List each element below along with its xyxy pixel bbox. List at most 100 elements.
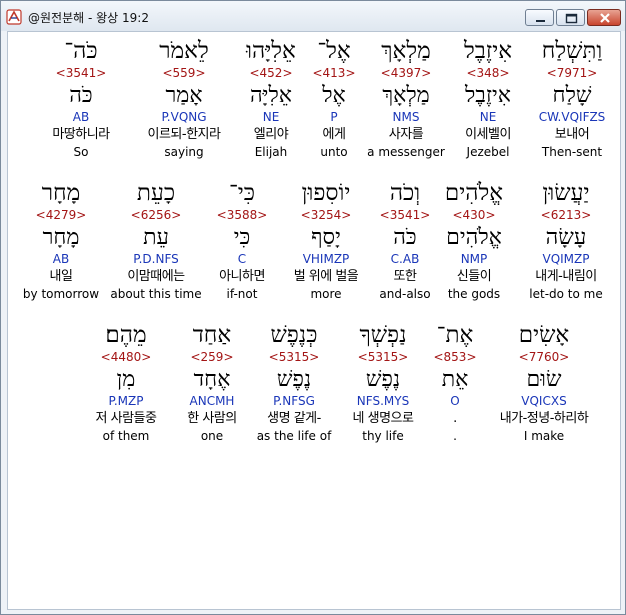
hebrew-lemma: אֵלִיָּה	[250, 83, 292, 108]
word-column[interactable]: כָעֵת <6256> עֵת P.D.NFS 이맘때에는 about thi…	[107, 178, 205, 302]
word-column[interactable]: אָשִׂים <7760> שׂוּם VQICXS 내가-정녕-하리하 I …	[486, 320, 602, 444]
hebrew-word: אֶת־	[436, 322, 474, 348]
strong-number[interactable]: <6256>	[107, 208, 205, 224]
english-gloss: more	[310, 287, 342, 301]
english-gloss: the gods	[447, 287, 501, 301]
hebrew-word: אָשִׂים	[518, 322, 570, 348]
english-gloss: let-do to me	[529, 287, 603, 301]
hebrew-lemma: עָשָׂה	[545, 225, 587, 250]
hebrew-lemma: נֶפֶשׁ	[276, 367, 312, 392]
hebrew-lemma: כֹּה	[393, 225, 417, 250]
parsing-code: AB	[72, 110, 90, 124]
english-gloss: So	[73, 145, 89, 159]
hebrew-lemma: נֶפֶשׁ	[365, 367, 401, 392]
window-title: @원전분해 - 왕상 19:2	[28, 11, 149, 25]
english-gloss: about this time	[110, 287, 202, 301]
word-column[interactable]: יַעֲשׂוּן <6213> עָשָׂה VQIMZP 내게-내림이 le…	[518, 178, 614, 302]
strong-number[interactable]: <4480>	[82, 350, 170, 366]
minimize-button[interactable]	[525, 9, 554, 26]
parsing-code: P.VQNG	[161, 110, 207, 124]
word-column[interactable]: אֵלִיָּהוּ <452> אֵלִיָּה NE 엘리야 Elijah	[228, 36, 314, 160]
word-column[interactable]: כֹּה־ <3541> כֹּה AB 마땅하니라 So	[39, 36, 123, 160]
word-column[interactable]: מָחָר <4279> מָחָר AB 내일 by tomorrow	[12, 178, 110, 302]
strong-number[interactable]: <430>	[436, 208, 512, 224]
korean-gloss: 내일	[49, 269, 73, 284]
parsing-code: C.AB	[390, 252, 420, 266]
korean-gloss: 아니하면	[219, 269, 265, 284]
hebrew-lemma: כִּי	[233, 225, 251, 250]
strong-number[interactable]: <3588>	[204, 208, 280, 224]
word-column[interactable]: אֶת־ <853> אֵת O . .	[426, 320, 484, 444]
strong-number[interactable]: <5315>	[334, 350, 432, 366]
strong-number[interactable]: <6213>	[518, 208, 614, 224]
parsing-code: C	[237, 252, 247, 266]
hebrew-lemma: שָׁלַח	[552, 83, 592, 108]
english-gloss: thy life	[362, 429, 404, 443]
korean-gloss: 이르되-한지라	[147, 127, 221, 142]
korean-gloss: 네 생명으로	[352, 411, 414, 426]
strong-number[interactable]: <348>	[445, 66, 531, 82]
hebrew-word: נַפְשְׁךָ	[359, 322, 407, 348]
interlinear-panel[interactable]: וַתִּשְׁלַח <7971> שָׁלַח CW.VQIFZS 보내어 …	[7, 31, 621, 610]
strong-number[interactable]: <3541>	[370, 208, 440, 224]
korean-gloss: 저 사람들중	[95, 411, 157, 426]
strong-number[interactable]: <259>	[174, 350, 250, 366]
parsing-code: ANCMH	[189, 394, 235, 408]
word-column[interactable]: נַפְשְׁךָ <5315> נֶפֶשׁ NFS.MYS 네 생명으로 t…	[334, 320, 432, 444]
parsing-code: NE	[479, 110, 497, 124]
english-gloss: one	[200, 429, 224, 443]
hebrew-lemma: יָסַף	[311, 225, 341, 250]
close-button[interactable]	[587, 9, 621, 26]
english-gloss: I make	[523, 429, 565, 443]
word-column[interactable]: יוֹסִפוּן <3254> יָסַף VHIMZP 벌 위에 벌을 mo…	[276, 178, 376, 302]
word-column[interactable]: אֱלֹהִים <430> אֱלֹהִים NMP 신들이 the gods	[436, 178, 512, 302]
title-bar[interactable]: @원전분해 - 왕상 19:2	[1, 1, 625, 31]
word-column[interactable]: לֵאמֹר <559> אָמַר P.VQNG 이르되-한지라 saying	[138, 36, 230, 160]
word-column[interactable]: וְכֹה <3541> כֹּה C.AB 또한 and-also	[370, 178, 440, 302]
strong-number[interactable]: <5315>	[248, 350, 340, 366]
strong-number[interactable]: <4279>	[12, 208, 110, 224]
hebrew-word: לֵאמֹר	[159, 38, 209, 64]
hebrew-lemma: אֶחָד	[193, 367, 231, 392]
english-gloss: .	[453, 429, 457, 443]
strong-number[interactable]: <452>	[228, 66, 314, 82]
strong-number[interactable]: <3541>	[39, 66, 123, 82]
strong-number[interactable]: <7760>	[486, 350, 602, 366]
strong-number[interactable]: <559>	[138, 66, 230, 82]
hebrew-word: כֹּה־	[64, 38, 98, 64]
app-window: @원전분해 - 왕상 19:2 וַתִּשְׁלַח <7971> שָׁלַ…	[0, 0, 626, 615]
parsing-code: P.D.NFS	[133, 252, 179, 266]
korean-gloss: 생명 같게-	[267, 411, 321, 426]
word-column[interactable]: וַתִּשְׁלַח <7971> שָׁלַח CW.VQIFZS 보내어 …	[529, 36, 615, 160]
parsing-code: VHIMZP	[302, 252, 350, 266]
word-column[interactable]: אִיזֶבֶל <348> אִיזֶבֶל NE 이세벨이 Jezebel	[445, 36, 531, 160]
hebrew-word: כָעֵת	[136, 180, 176, 206]
hebrew-word: אֵלִיָּהוּ	[246, 38, 296, 64]
hebrew-lemma: מָחָר	[42, 225, 80, 250]
word-column[interactable]: כִּי־ <3588> כִּי C 아니하면 if-not	[204, 178, 280, 302]
strong-number[interactable]: <7971>	[529, 66, 615, 82]
korean-gloss: 이세벨이	[465, 127, 511, 142]
hebrew-lemma: עֵת	[143, 225, 169, 250]
strong-number[interactable]: <3254>	[276, 208, 376, 224]
hebrew-word: אֱלֹהִים	[444, 180, 504, 206]
english-gloss: Then-sent	[541, 145, 603, 159]
parsing-code: VQICXS	[521, 394, 567, 408]
hebrew-lemma: כֹּה	[69, 83, 93, 108]
hebrew-word: אִיזֶבֶל	[463, 38, 513, 64]
hebrew-word: כִּי־	[228, 180, 256, 206]
word-column[interactable]: מֵהֶם׃ <4480> מִן P.MZP 저 사람들중 of them	[82, 320, 170, 444]
parsing-code: P.MZP	[108, 394, 144, 408]
maximize-button[interactable]	[556, 9, 585, 26]
hebrew-lemma: אָמַר	[165, 83, 203, 108]
hebrew-word: אַחַד	[192, 322, 232, 348]
parsing-code: NE	[262, 110, 280, 124]
strong-number[interactable]: <853>	[426, 350, 484, 366]
korean-gloss: 보내어	[554, 127, 590, 142]
word-column[interactable]: כְּנֶפֶשׁ <5315> נֶפֶשׁ P.NFSG 생명 같게- as…	[248, 320, 340, 444]
hebrew-word: יוֹסִפוּן	[301, 180, 351, 206]
word-column[interactable]: אַחַד <259> אֶחָד ANCMH 한 사람의 one	[174, 320, 250, 444]
hebrew-lemma: אִיזֶבֶל	[465, 83, 511, 108]
hebrew-word: וַתִּשְׁלַח	[541, 38, 603, 64]
app-logo-icon	[6, 9, 22, 25]
